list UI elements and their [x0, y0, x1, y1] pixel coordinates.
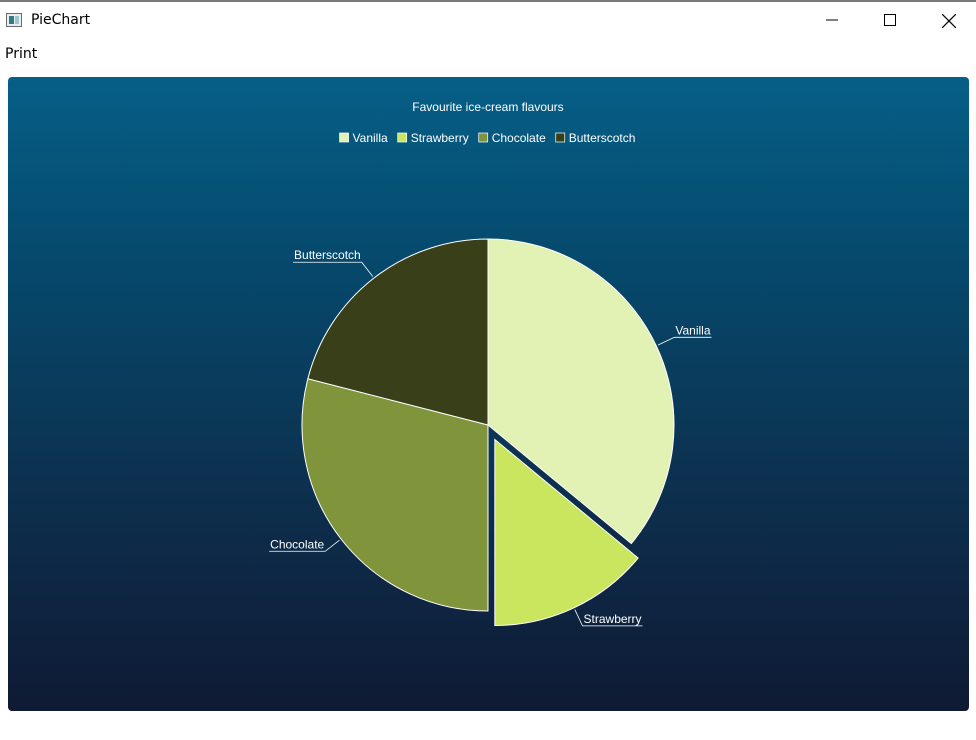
maximize-button[interactable]: [861, 2, 919, 40]
minimize-icon: [826, 19, 838, 21]
chart-legend: Vanilla Strawberry Chocolate Butterscotch: [339, 131, 636, 145]
legend-marker-chocolate[interactable]: [478, 132, 489, 143]
legend-label-butterscotch[interactable]: Butterscotch: [569, 131, 636, 145]
close-button[interactable]: [919, 2, 976, 40]
slice-label-chocolate: Chocolate: [270, 537, 324, 551]
close-icon: [942, 14, 956, 28]
menu-bar: Print: [0, 40, 976, 68]
menu-item-print[interactable]: Print: [5, 46, 37, 62]
legend-marker-vanilla[interactable]: [339, 132, 349, 143]
maximize-icon: [884, 14, 896, 26]
pie-chart: Favourite ice-cream flavours Vanilla Stra…: [269, 100, 712, 627]
legend-marker-strawberry[interactable]: [397, 132, 408, 143]
pie-slices: [301, 238, 675, 626]
legend-label-vanilla[interactable]: Vanilla: [353, 131, 388, 145]
legend-label-chocolate[interactable]: Chocolate: [492, 131, 546, 145]
window-title: PieChart: [31, 12, 91, 28]
label-leader-butterscotch: [293, 261, 374, 277]
legend-label-strawberry[interactable]: Strawberry: [411, 131, 469, 145]
slice-label-butterscotch: Butterscotch: [294, 248, 361, 262]
slice-label-vanilla: Vanilla: [675, 323, 710, 337]
app-icon: [6, 13, 22, 27]
minimize-button[interactable]: [803, 2, 861, 40]
chart-title: Favourite ice-cream flavours: [412, 100, 563, 114]
legend-marker-butterscotch[interactable]: [555, 132, 566, 143]
chart-area: Favourite ice-cream flavours Vanilla Stra…: [8, 77, 969, 711]
slice-label-strawberry: Strawberry: [584, 612, 642, 626]
title-bar[interactable]: PieChart: [0, 2, 976, 40]
label-leader-vanilla: [657, 336, 712, 346]
